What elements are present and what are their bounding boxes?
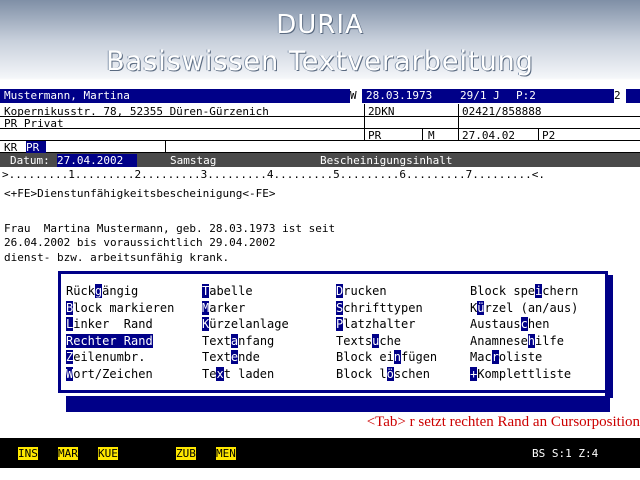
menu-item-col1-2[interactable]: Linker Rand xyxy=(66,317,153,331)
menu-item-col1-0[interactable]: Rückgängig xyxy=(66,284,138,298)
menu-item-col1-3[interactable]: Rechter Rand xyxy=(66,334,153,348)
menu-item-text: Block spe xyxy=(470,284,536,298)
menu-item-text: nfang xyxy=(238,334,275,348)
menu-hotkey: x xyxy=(216,367,224,381)
menu-item-col4-2[interactable]: Austauschen xyxy=(470,317,550,331)
insurance-p: P2 xyxy=(542,129,556,142)
menu-item-text: rzel (an/aus) xyxy=(484,301,579,315)
weekday-label: Samstag xyxy=(170,154,217,167)
menu-item-col3-1[interactable]: Schrifttypen xyxy=(336,301,423,315)
menu-item-text: ilfe xyxy=(535,334,564,348)
status-position: BS S:1 Z:4 xyxy=(532,447,599,460)
menu-item-col3-2[interactable]: Platzhalter xyxy=(336,317,415,331)
text-ruler: >.........1.........2.........3.........… xyxy=(0,168,640,182)
menu-shadow-bottom xyxy=(66,396,610,412)
menu-item-col2-0[interactable]: Tabelle xyxy=(202,284,253,298)
menu-item-text: nde xyxy=(238,350,260,364)
menu-item-text: che xyxy=(379,334,402,348)
menu-item-text: Anamnese xyxy=(470,334,528,348)
menu-item-text: Text xyxy=(202,350,231,364)
menu-item-col2-4[interactable]: Textende xyxy=(202,350,260,364)
page-corner: 2 xyxy=(614,89,626,103)
status-kue[interactable]: KUE xyxy=(98,447,118,460)
patient-page: P:2 xyxy=(516,89,536,102)
patient-empty-row xyxy=(4,129,360,142)
app-subtitle: Basiswissen Textverarbeitung xyxy=(106,46,534,77)
menu-item-col3-4[interactable]: Block einfügen xyxy=(336,350,437,364)
menu-item-text: ängig xyxy=(102,284,139,298)
menu-item-text: Texts xyxy=(336,334,373,348)
menu-item-text: Austaus xyxy=(470,317,521,331)
menu-item-text: Rechter Rand xyxy=(66,334,153,348)
menu-item-col4-5[interactable]: +Komplettliste xyxy=(470,367,571,381)
patient-age: 29/1 J xyxy=(460,89,500,102)
menu-hotkey: n xyxy=(393,350,402,364)
menu-item-col4-0[interactable]: Block speichern xyxy=(470,284,578,298)
menu-item-col2-5[interactable]: Text laden xyxy=(202,367,274,381)
menu-item-text: Text xyxy=(202,334,231,348)
document-line-5[interactable]: dienst- bzw. arbeitsunfähig krank. xyxy=(4,251,624,264)
menu-item-text: ort/Zeichen xyxy=(73,367,153,381)
date-label: Datum: xyxy=(10,154,50,167)
menu-item-text: chrifttypen xyxy=(343,301,423,315)
menu-item-col3-0[interactable]: Drucken xyxy=(336,284,387,298)
status-mar[interactable]: MAR xyxy=(58,447,78,460)
menu-item-text: hen xyxy=(527,317,550,331)
menu-item-text: fügen xyxy=(401,350,438,364)
menu-item-col1-1[interactable]: Block markieren xyxy=(66,301,174,315)
menu-item-text: inker Rand xyxy=(73,317,153,331)
menu-hotkey: h xyxy=(527,334,536,348)
app-title: DURIA xyxy=(276,10,364,40)
menu-item-text: Mac xyxy=(470,350,492,364)
menu-item-text: chern xyxy=(542,284,579,298)
status-ins[interactable]: INS xyxy=(18,447,38,460)
menu-item-col1-4[interactable]: Zeilenumbr. xyxy=(66,350,145,364)
menu-item-text: Rück xyxy=(66,284,95,298)
patient-name[interactable]: Mustermann, Martina xyxy=(4,89,344,103)
menu-item-text: abelle xyxy=(209,284,253,298)
menu-item-col1-5[interactable]: Wort/Zeichen xyxy=(66,367,153,381)
patient-birthdate: 28.03.1973 xyxy=(366,89,433,102)
document-line-3[interactable]: Frau Martina Mustermann, geb. 28.03.1973… xyxy=(4,222,624,235)
hint-text: <Tab> r setzt rechten Rand an Cursorposi… xyxy=(366,414,640,430)
menu-item-col4-3[interactable]: Anamnesehilfe xyxy=(470,334,564,348)
menu-item-text: t laden xyxy=(223,367,275,381)
menu-item-text: eilenumbr. xyxy=(73,350,146,364)
menu-item-text: Block ei xyxy=(336,350,394,364)
document-line-4[interactable]: 26.04.2002 bis voraussichtlich 29.04.200… xyxy=(4,236,624,249)
document-line-1[interactable]: <+FE>Dienstunfähigkeitsbescheinigung<-FE… xyxy=(4,187,624,200)
menu-item-col3-3[interactable]: Textsuche xyxy=(336,334,401,348)
menu-item-col4-4[interactable]: Macroliste xyxy=(470,350,542,364)
patient-code: 2DKN xyxy=(368,105,395,118)
menu-hotkey: ö xyxy=(386,367,394,381)
document-title: Bescheinigungsinhalt xyxy=(320,154,453,167)
menu-item-text: arker xyxy=(209,301,246,315)
menu-item-col2-2[interactable]: Kürzelanlage xyxy=(202,317,289,331)
menu-item-text: Te xyxy=(202,367,217,381)
menu-item-col3-5[interactable]: Block löschen xyxy=(336,367,430,381)
menu-item-text: schen xyxy=(393,367,430,381)
menu-item-col4-1[interactable]: Kürzel (an/aus) xyxy=(470,301,578,315)
menu-item-text: oliste xyxy=(498,350,543,364)
insurance-code: PR xyxy=(368,129,382,142)
menu-item-text: ürzelanlage xyxy=(209,317,289,331)
menu-item-text: rucken xyxy=(343,284,387,298)
status-zub[interactable]: ZUB xyxy=(176,447,196,460)
menu-item-text: latzhalter xyxy=(343,317,416,331)
menu-hotkey: r xyxy=(491,350,499,364)
menu-item-text: lock markieren xyxy=(73,301,175,315)
menu-hotkey: c xyxy=(520,317,528,331)
menu-item-col2-3[interactable]: Textanfang xyxy=(202,334,274,348)
date-field[interactable]: 27.04.2002 xyxy=(57,154,137,167)
menu-item-col2-1[interactable]: Marker xyxy=(202,301,245,315)
insurance-date: 27.04.02 xyxy=(462,129,515,142)
status-men[interactable]: MEN xyxy=(216,447,236,460)
patient-phone[interactable]: 02421/858888 xyxy=(462,105,632,118)
insurance-flag: M xyxy=(428,129,435,142)
menu-item-text: Komplettliste xyxy=(477,367,572,381)
menu-item-text: Block l xyxy=(336,367,387,381)
patient-sex: W xyxy=(350,89,362,103)
